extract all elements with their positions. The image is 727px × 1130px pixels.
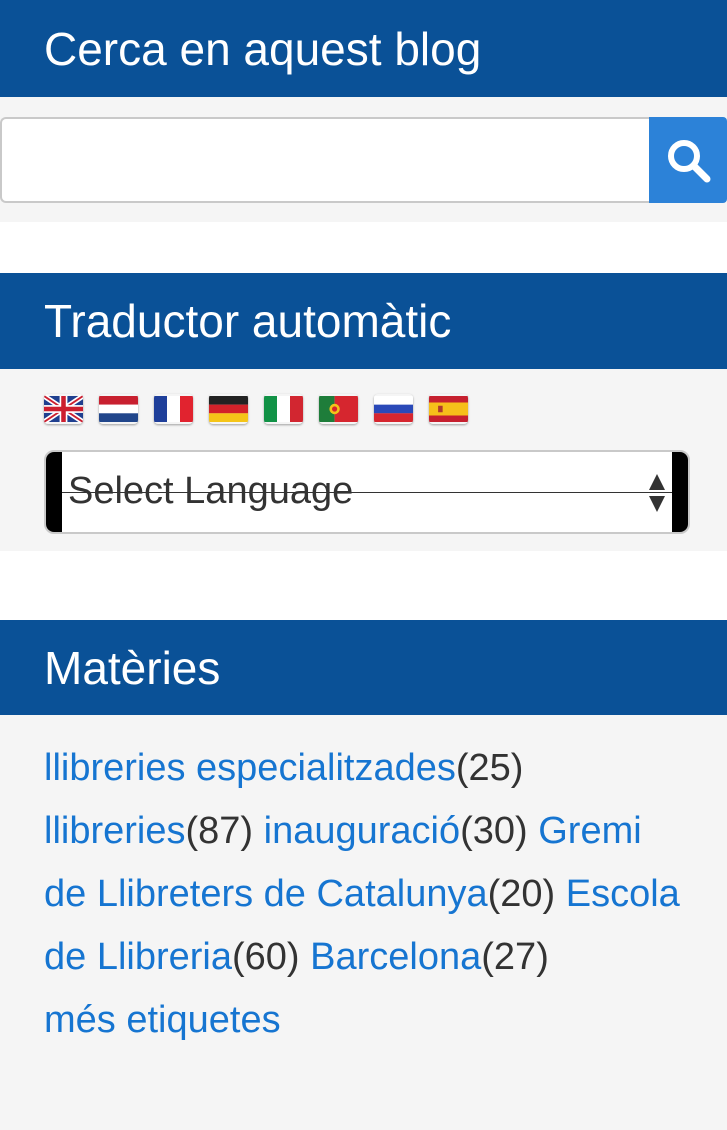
language-flags	[44, 394, 468, 424]
flag-netherlands-icon[interactable]	[99, 394, 138, 424]
tag-link[interactable]: llibreries especialitzades	[44, 747, 456, 789]
flag-uk-icon[interactable]	[44, 394, 83, 424]
tag-item: inauguració(30)	[264, 810, 528, 852]
search-form	[0, 117, 727, 205]
flag-italy-icon[interactable]	[264, 394, 303, 424]
select-right-border	[672, 452, 688, 532]
translator-widget-title: Traductor automàtic	[0, 273, 727, 369]
select-left-border	[46, 452, 62, 532]
tag-link[interactable]: inauguració	[264, 810, 460, 852]
flag-russia-icon[interactable]	[374, 394, 413, 424]
search-icon	[668, 140, 711, 183]
tag-item: Barcelona(27)	[310, 936, 549, 978]
tag-count: (30)	[460, 810, 528, 852]
tag-count: (27)	[481, 936, 549, 978]
tag-item: llibreries(87)	[44, 810, 253, 852]
flag-france-icon[interactable]	[154, 394, 193, 424]
search-widget-title-text: Cerca en aquest blog	[44, 22, 482, 75]
search-input[interactable]	[0, 117, 650, 203]
tag-link[interactable]: Barcelona	[310, 936, 481, 978]
topics-widget-title-text: Matèries	[44, 641, 221, 694]
search-widget-title: Cerca en aquest blog	[0, 0, 727, 97]
search-button[interactable]	[649, 117, 727, 203]
language-select[interactable]: Select Language	[44, 450, 690, 534]
flag-germany-icon[interactable]	[209, 394, 248, 424]
updown-arrows-icon	[649, 474, 665, 512]
flag-spain-icon[interactable]	[429, 394, 468, 424]
tag-link[interactable]: llibreries	[44, 810, 185, 852]
topics-widget-title: Matèries	[0, 620, 727, 715]
flag-portugal-icon[interactable]	[319, 394, 358, 424]
translator-widget-title-text: Traductor automàtic	[44, 295, 452, 347]
tag-item: llibreries especialitzades(25)	[44, 747, 523, 789]
tag-cloud: llibreries especialitzades(25) llibrerie…	[44, 737, 694, 1052]
tag-count: (20)	[487, 873, 556, 915]
tag-count: (25)	[455, 747, 524, 789]
language-select-value: Select Language	[68, 470, 354, 512]
tag-count: (60)	[232, 936, 300, 978]
more-tags-link[interactable]: més etiquetes	[44, 999, 281, 1041]
tag-count: (87)	[185, 810, 254, 852]
